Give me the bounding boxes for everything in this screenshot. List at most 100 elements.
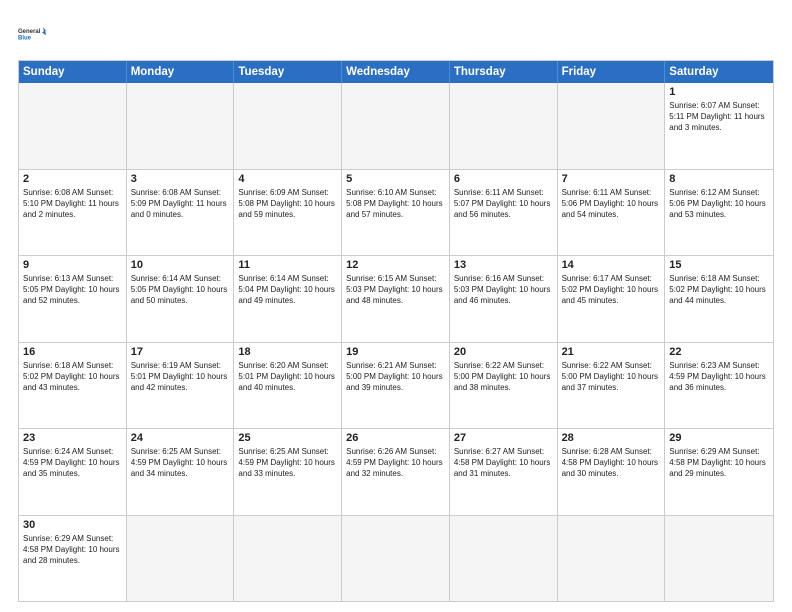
cell-info: Sunrise: 6:23 AM Sunset: 4:59 PM Dayligh… bbox=[669, 360, 769, 394]
cell-info: Sunrise: 6:12 AM Sunset: 5:06 PM Dayligh… bbox=[669, 187, 769, 221]
cal-cell: 28 Sunrise: 6:28 AM Sunset: 4:58 PM Dayli… bbox=[558, 429, 666, 515]
cal-cell: 17 Sunrise: 6:19 AM Sunset: 5:01 PM Dayli… bbox=[127, 343, 235, 429]
day-number: 19 bbox=[346, 346, 445, 358]
cal-week-row: 23Sunrise: 6:24 AM Sunset: 4:59 PM Dayli… bbox=[19, 429, 773, 516]
cal-header-thursday: Thursday bbox=[450, 61, 558, 83]
cell-info: Sunrise: 6:16 AM Sunset: 5:03 PM Dayligh… bbox=[454, 273, 553, 307]
cal-cell: 1Sunrise: 6:07 AM Sunset: 5:11 PM Daylig… bbox=[665, 83, 773, 169]
cell-info: Sunrise: 6:27 AM Sunset: 4:58 PM Dayligh… bbox=[454, 446, 553, 480]
cal-cell: 9 Sunrise: 6:13 AM Sunset: 5:05 PM Daylig… bbox=[19, 256, 127, 342]
cal-cell: 10 Sunrise: 6:14 AM Sunset: 5:05 PM Dayli… bbox=[127, 256, 235, 342]
day-number: 15 bbox=[669, 259, 769, 271]
day-number: 22 bbox=[669, 346, 769, 358]
day-number: 10 bbox=[131, 259, 230, 271]
cal-cell: 18Sunrise: 6:20 AM Sunset: 5:01 PM Dayli… bbox=[234, 343, 342, 429]
cal-cell bbox=[665, 516, 773, 602]
header: GeneralBlue bbox=[18, 18, 774, 50]
calendar-body: 1Sunrise: 6:07 AM Sunset: 5:11 PM Daylig… bbox=[19, 83, 773, 601]
day-number: 9 bbox=[23, 259, 122, 271]
day-number: 4 bbox=[238, 173, 337, 185]
cal-cell: 27 Sunrise: 6:27 AM Sunset: 4:58 PM Dayli… bbox=[450, 429, 558, 515]
cal-week-row: 30Sunrise: 6:29 AM Sunset: 4:58 PM Dayli… bbox=[19, 516, 773, 602]
day-number: 25 bbox=[238, 432, 337, 444]
cell-info: Sunrise: 6:10 AM Sunset: 5:08 PM Dayligh… bbox=[346, 187, 445, 221]
cal-cell: 13 Sunrise: 6:16 AM Sunset: 5:03 PM Dayli… bbox=[450, 256, 558, 342]
cal-cell: 29 Sunrise: 6:29 AM Sunset: 4:58 PM Dayli… bbox=[665, 429, 773, 515]
cal-cell bbox=[127, 516, 235, 602]
cal-cell bbox=[450, 83, 558, 169]
day-number: 16 bbox=[23, 346, 122, 358]
day-number: 29 bbox=[669, 432, 769, 444]
cal-cell: 26 Sunrise: 6:26 AM Sunset: 4:59 PM Dayli… bbox=[342, 429, 450, 515]
cell-info: Sunrise: 6:14 AM Sunset: 5:05 PM Dayligh… bbox=[131, 273, 230, 307]
cal-cell bbox=[558, 516, 666, 602]
cal-cell: 24 Sunrise: 6:25 AM Sunset: 4:59 PM Dayli… bbox=[127, 429, 235, 515]
day-number: 12 bbox=[346, 259, 445, 271]
cal-cell: 16Sunrise: 6:18 AM Sunset: 5:02 PM Dayli… bbox=[19, 343, 127, 429]
cal-cell: 22 Sunrise: 6:23 AM Sunset: 4:59 PM Dayli… bbox=[665, 343, 773, 429]
day-number: 11 bbox=[238, 259, 337, 271]
day-number: 17 bbox=[131, 346, 230, 358]
cell-info: Sunrise: 6:18 AM Sunset: 5:02 PM Dayligh… bbox=[669, 273, 769, 307]
cal-cell bbox=[234, 516, 342, 602]
cal-cell: 4 Sunrise: 6:09 AM Sunset: 5:08 PM Daylig… bbox=[234, 170, 342, 256]
cell-info: Sunrise: 6:08 AM Sunset: 5:10 PM Dayligh… bbox=[23, 187, 122, 221]
cal-cell: 25 Sunrise: 6:25 AM Sunset: 4:59 PM Dayli… bbox=[234, 429, 342, 515]
day-number: 28 bbox=[562, 432, 661, 444]
cal-cell: 20 Sunrise: 6:22 AM Sunset: 5:00 PM Dayli… bbox=[450, 343, 558, 429]
cal-header-sunday: Sunday bbox=[19, 61, 127, 83]
day-number: 13 bbox=[454, 259, 553, 271]
day-number: 21 bbox=[562, 346, 661, 358]
page: GeneralBlue SundayMondayTuesdayWednesday… bbox=[0, 0, 792, 612]
calendar-header-row: SundayMondayTuesdayWednesdayThursdayFrid… bbox=[19, 61, 773, 83]
generalblue-logo-icon: GeneralBlue bbox=[18, 18, 50, 50]
cal-cell: 15 Sunrise: 6:18 AM Sunset: 5:02 PM Dayli… bbox=[665, 256, 773, 342]
cal-cell bbox=[342, 516, 450, 602]
cell-info: Sunrise: 6:11 AM Sunset: 5:07 PM Dayligh… bbox=[454, 187, 553, 221]
cell-info: Sunrise: 6:22 AM Sunset: 5:00 PM Dayligh… bbox=[454, 360, 553, 394]
cell-info: Sunrise: 6:25 AM Sunset: 4:59 PM Dayligh… bbox=[131, 446, 230, 480]
day-number: 5 bbox=[346, 173, 445, 185]
cell-info: Sunrise: 6:09 AM Sunset: 5:08 PM Dayligh… bbox=[238, 187, 337, 221]
cell-info: Sunrise: 6:29 AM Sunset: 4:58 PM Dayligh… bbox=[669, 446, 769, 480]
cal-cell: 14Sunrise: 6:17 AM Sunset: 5:02 PM Dayli… bbox=[558, 256, 666, 342]
day-number: 3 bbox=[131, 173, 230, 185]
cal-cell: 2Sunrise: 6:08 AM Sunset: 5:10 PM Daylig… bbox=[19, 170, 127, 256]
cell-info: Sunrise: 6:25 AM Sunset: 4:59 PM Dayligh… bbox=[238, 446, 337, 480]
cell-info: Sunrise: 6:26 AM Sunset: 4:59 PM Dayligh… bbox=[346, 446, 445, 480]
day-number: 8 bbox=[669, 173, 769, 185]
cell-info: Sunrise: 6:22 AM Sunset: 5:00 PM Dayligh… bbox=[562, 360, 661, 394]
cell-info: Sunrise: 6:20 AM Sunset: 5:01 PM Dayligh… bbox=[238, 360, 337, 394]
cell-info: Sunrise: 6:13 AM Sunset: 5:05 PM Dayligh… bbox=[23, 273, 122, 307]
cal-header-tuesday: Tuesday bbox=[234, 61, 342, 83]
cal-header-saturday: Saturday bbox=[665, 61, 773, 83]
cell-info: Sunrise: 6:17 AM Sunset: 5:02 PM Dayligh… bbox=[562, 273, 661, 307]
cal-cell: 11 Sunrise: 6:14 AM Sunset: 5:04 PM Dayli… bbox=[234, 256, 342, 342]
day-number: 20 bbox=[454, 346, 553, 358]
day-number: 26 bbox=[346, 432, 445, 444]
cell-info: Sunrise: 6:19 AM Sunset: 5:01 PM Dayligh… bbox=[131, 360, 230, 394]
cal-cell: 30Sunrise: 6:29 AM Sunset: 4:58 PM Dayli… bbox=[19, 516, 127, 602]
cal-cell bbox=[558, 83, 666, 169]
cell-info: Sunrise: 6:29 AM Sunset: 4:58 PM Dayligh… bbox=[23, 533, 122, 567]
cal-header-friday: Friday bbox=[558, 61, 666, 83]
day-number: 7 bbox=[562, 173, 661, 185]
cell-info: Sunrise: 6:28 AM Sunset: 4:58 PM Dayligh… bbox=[562, 446, 661, 480]
cell-info: Sunrise: 6:07 AM Sunset: 5:11 PM Dayligh… bbox=[669, 100, 769, 134]
cal-week-row: 9 Sunrise: 6:13 AM Sunset: 5:05 PM Daylig… bbox=[19, 256, 773, 343]
cal-cell: 8 Sunrise: 6:12 AM Sunset: 5:06 PM Daylig… bbox=[665, 170, 773, 256]
cal-cell: 23Sunrise: 6:24 AM Sunset: 4:59 PM Dayli… bbox=[19, 429, 127, 515]
cell-info: Sunrise: 6:15 AM Sunset: 5:03 PM Dayligh… bbox=[346, 273, 445, 307]
cal-cell bbox=[234, 83, 342, 169]
day-number: 24 bbox=[131, 432, 230, 444]
cal-cell bbox=[450, 516, 558, 602]
cal-cell bbox=[342, 83, 450, 169]
cal-week-row: 1Sunrise: 6:07 AM Sunset: 5:11 PM Daylig… bbox=[19, 83, 773, 170]
day-number: 27 bbox=[454, 432, 553, 444]
cal-cell bbox=[19, 83, 127, 169]
cal-cell: 12 Sunrise: 6:15 AM Sunset: 5:03 PM Dayli… bbox=[342, 256, 450, 342]
cal-cell: 19Sunrise: 6:21 AM Sunset: 5:00 PM Dayli… bbox=[342, 343, 450, 429]
cal-cell: 3Sunrise: 6:08 AM Sunset: 5:09 PM Daylig… bbox=[127, 170, 235, 256]
cell-info: Sunrise: 6:14 AM Sunset: 5:04 PM Dayligh… bbox=[238, 273, 337, 307]
cal-cell: 6Sunrise: 6:11 AM Sunset: 5:07 PM Daylig… bbox=[450, 170, 558, 256]
